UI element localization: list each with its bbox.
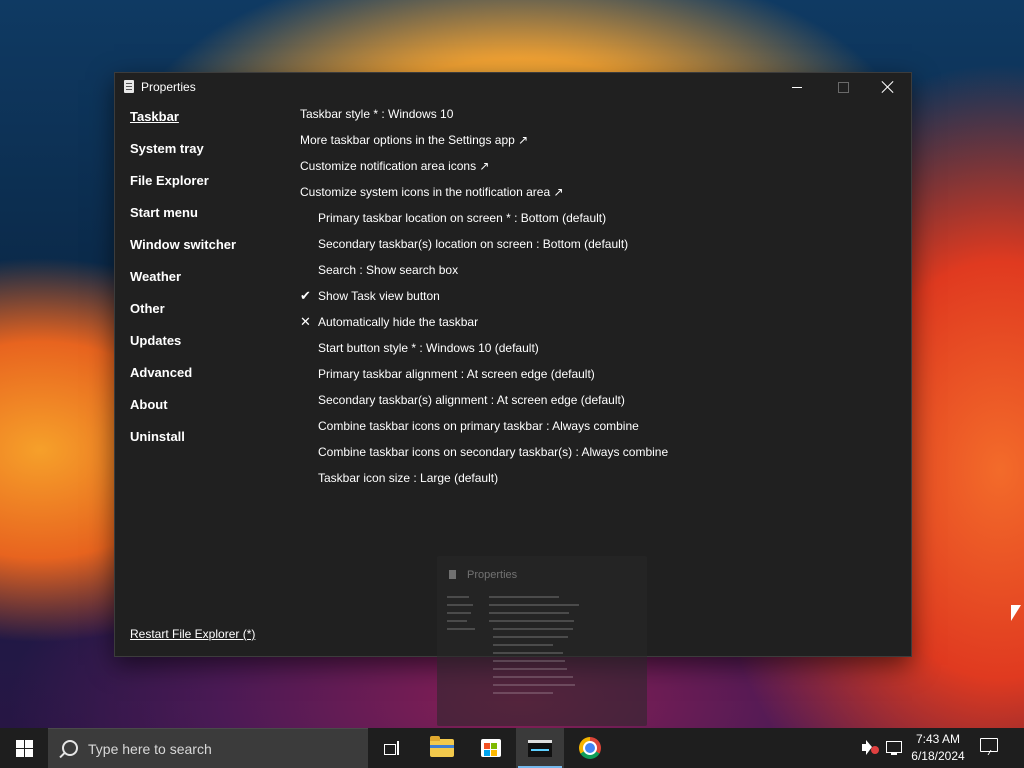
terminal-button[interactable] [516, 728, 564, 768]
mouse-cursor-icon [1011, 605, 1021, 621]
preview-title: Properties [467, 569, 518, 581]
setting-primary-taskbar-alignment[interactable]: Primary taskbar alignment : At screen ed… [300, 363, 890, 389]
network-icon[interactable] [886, 740, 904, 756]
sidebar-item-window-switcher[interactable]: Window switcher [130, 234, 290, 266]
setting-label: Taskbar icon size : Large (default) [318, 471, 499, 485]
close-button[interactable] [865, 73, 911, 101]
search-placeholder: Type here to search [88, 741, 212, 757]
chrome-icon [579, 737, 601, 759]
setting-label: Combine taskbar icons on secondary taskb… [318, 445, 669, 459]
maximize-button [820, 73, 866, 101]
window-title: Properties [141, 80, 196, 94]
setting-label: Secondary taskbar(s) location on screen … [318, 237, 629, 251]
setting-search[interactable]: Search : Show search box [300, 259, 890, 285]
store-icon [481, 739, 501, 757]
preview-app-icon [449, 570, 456, 579]
preview-line [489, 612, 569, 614]
file-explorer-button[interactable] [418, 728, 466, 768]
preview-line [493, 660, 565, 662]
window-preview-thumbnail[interactable]: Properties [437, 556, 647, 726]
close-icon [882, 81, 894, 93]
setting-label: Primary taskbar location on screen * : B… [318, 211, 607, 225]
preview-line [493, 636, 568, 638]
preview-line [493, 644, 553, 646]
clock[interactable]: 7:43 AM 6/18/2024 [908, 731, 968, 765]
preview-line [493, 628, 573, 630]
setting-show-task-view-button[interactable]: ✔ Show Task view button [300, 285, 890, 311]
settings-list: Taskbar style * : Windows 10 More taskba… [300, 103, 890, 493]
minimize-button[interactable] [774, 73, 820, 101]
windows-logo-icon [15, 739, 33, 757]
clock-time: 7:43 AM [915, 732, 961, 746]
preview-line [489, 620, 574, 622]
preview-line [447, 620, 467, 622]
sidebar-item-system-tray[interactable]: System tray [130, 138, 290, 170]
setting-combine-primary-icons[interactable]: Combine taskbar icons on primary taskbar… [300, 415, 890, 441]
start-button[interactable] [0, 728, 48, 768]
sidebar-item-weather[interactable]: Weather [130, 266, 290, 298]
preview-line [493, 668, 567, 670]
volume-muted-icon[interactable] [860, 740, 880, 756]
checkmark-icon: ✔ [300, 288, 311, 303]
preview-line [489, 596, 559, 598]
setting-label: Primary taskbar alignment : At screen ed… [318, 367, 595, 381]
setting-secondary-taskbar-alignment[interactable]: Secondary taskbar(s) alignment : At scre… [300, 389, 890, 415]
title-bar[interactable]: Properties [115, 73, 911, 101]
setting-combine-secondary-icons[interactable]: Combine taskbar icons on secondary taskb… [300, 441, 890, 467]
cross-icon: ✕ [300, 314, 311, 329]
setting-label: Automatically hide the taskbar [318, 315, 479, 329]
preview-line [493, 692, 553, 694]
setting-start-button-style[interactable]: Start button style * : Windows 10 (defau… [300, 337, 890, 363]
taskbar: Type here to search 7:43 AM 6/18/2024 [0, 728, 1024, 768]
preview-line [493, 652, 563, 654]
preview-line [493, 684, 575, 686]
setting-customize-system-icons-link[interactable]: Customize system icons in the notificati… [300, 181, 890, 207]
microsoft-store-button[interactable] [467, 728, 515, 768]
sidebar-item-taskbar[interactable]: Taskbar [130, 106, 290, 138]
search-icon [62, 740, 78, 756]
setting-primary-taskbar-location[interactable]: Primary taskbar location on screen * : B… [300, 207, 890, 233]
setting-label: Search : Show search box [318, 263, 459, 277]
preview-line [447, 596, 469, 598]
task-view-button[interactable] [368, 728, 416, 768]
taskbar-search-box[interactable]: Type here to search [48, 728, 368, 768]
folder-icon [430, 736, 454, 757]
task-view-icon [384, 741, 400, 755]
sidebar-item-updates[interactable]: Updates [130, 330, 290, 362]
setting-label: More taskbar options in the Settings app… [300, 133, 529, 147]
setting-secondary-taskbar-location[interactable]: Secondary taskbar(s) location on screen … [300, 233, 890, 259]
setting-label: Combine taskbar icons on primary taskbar… [318, 419, 639, 433]
clock-date: 6/18/2024 [911, 749, 965, 763]
setting-label: Secondary taskbar(s) alignment : At scre… [318, 393, 625, 407]
preview-line [447, 604, 473, 606]
preview-line [489, 604, 579, 606]
setting-auto-hide-taskbar[interactable]: ✕ Automatically hide the taskbar [300, 311, 890, 337]
setting-label: Customize system icons in the notificati… [300, 185, 564, 199]
preview-line [447, 628, 475, 630]
sidebar: Taskbar System tray File Explorer Start … [130, 106, 290, 458]
terminal-icon [528, 739, 552, 757]
sidebar-item-advanced[interactable]: Advanced [130, 362, 290, 394]
setting-label: Show Task view button [318, 289, 440, 303]
sidebar-item-about[interactable]: About [130, 394, 290, 426]
chrome-button[interactable] [566, 728, 614, 768]
sidebar-item-other[interactable]: Other [130, 298, 290, 330]
setting-taskbar-style[interactable]: Taskbar style * : Windows 10 [300, 103, 890, 129]
maximize-icon [837, 81, 849, 93]
setting-label: Start button style * : Windows 10 (defau… [318, 341, 539, 355]
sidebar-item-file-explorer[interactable]: File Explorer [130, 170, 290, 202]
notification-center-button[interactable] [980, 738, 998, 755]
app-icon [124, 80, 134, 93]
setting-label: Taskbar style * : Windows 10 [300, 107, 454, 121]
setting-taskbar-icon-size[interactable]: Taskbar icon size : Large (default) [300, 467, 890, 493]
sidebar-item-uninstall[interactable]: Uninstall [130, 426, 290, 458]
setting-customize-notification-icons-link[interactable]: Customize notification area icons ↗ [300, 155, 890, 181]
restart-explorer-link[interactable]: Restart File Explorer (*) [130, 627, 255, 641]
preview-line [493, 676, 573, 678]
preview-line [447, 612, 471, 614]
sidebar-item-start-menu[interactable]: Start menu [130, 202, 290, 234]
setting-label: Customize notification area icons ↗ [300, 159, 490, 173]
setting-more-taskbar-options-link[interactable]: More taskbar options in the Settings app… [300, 129, 890, 155]
minimize-icon [792, 86, 802, 88]
